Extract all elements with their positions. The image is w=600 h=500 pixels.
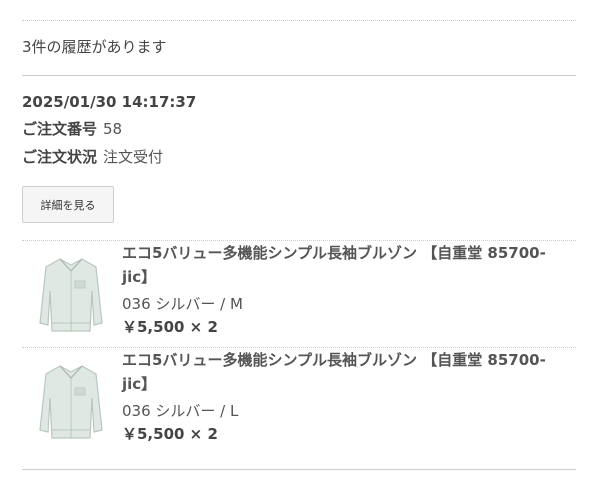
order-item: エコ5バリュー多機能シンプル長袖ブルゾン 【自重堂 85700-jic】 036… <box>22 241 576 345</box>
order-number-row: ご注文番号 58 <box>22 119 122 139</box>
bottom-divider <box>22 469 576 470</box>
item-price: ￥5,500 × 2 <box>122 425 218 443</box>
item-title[interactable]: エコ5バリュー多機能シンプル長袖ブルゾン 【自重堂 85700-jic】 <box>122 241 562 289</box>
order-number-label: ご注文番号 <box>22 120 98 138</box>
order-item: エコ5バリュー多機能シンプル長袖ブルゾン 【自重堂 85700-jic】 036… <box>22 348 576 452</box>
item-variant: 036 シルバー / L <box>122 402 239 420</box>
jacket-thumbnail-image[interactable] <box>38 360 104 442</box>
top-divider <box>22 20 576 21</box>
order-status-value: 注文受付 <box>103 148 164 166</box>
history-count-text: 3件の履歴があります <box>22 38 167 56</box>
order-number-value: 58 <box>103 120 123 138</box>
order-date: 2025/01/30 14:17:37 <box>22 93 197 111</box>
view-details-button[interactable]: 詳細を見る <box>22 186 114 223</box>
item-price: ￥5,500 × 2 <box>122 318 218 336</box>
section-divider <box>22 75 576 76</box>
item-title[interactable]: エコ5バリュー多機能シンプル長袖ブルゾン 【自重堂 85700-jic】 <box>122 348 562 396</box>
jacket-thumbnail-image[interactable] <box>38 253 104 335</box>
order-status-row: ご注文状況 注文受付 <box>22 147 163 167</box>
item-variant: 036 シルバー / M <box>122 295 243 313</box>
order-status-label: ご注文状況 <box>22 148 98 166</box>
